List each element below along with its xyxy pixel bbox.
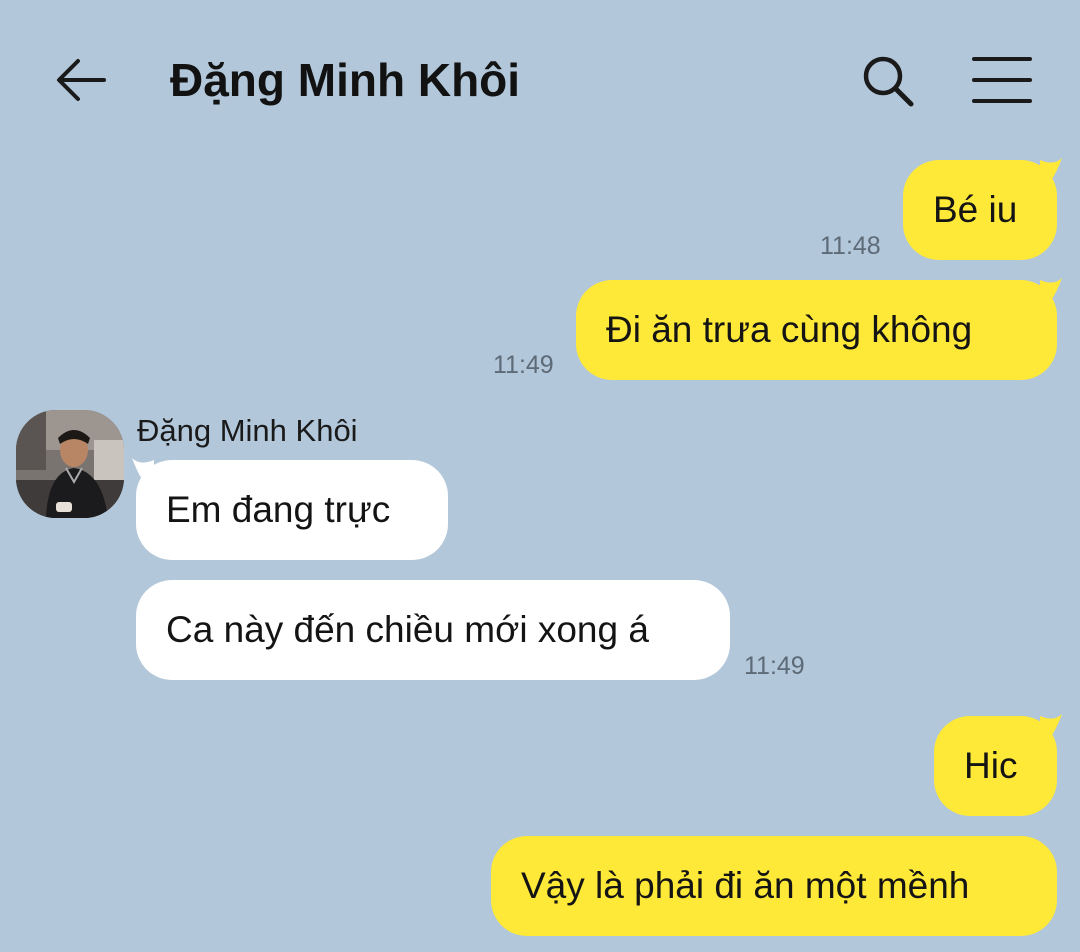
bubble-tail xyxy=(1040,278,1062,302)
search-icon xyxy=(863,56,914,107)
message-bubble-outgoing[interactable]: Vậy là phải đi ăn một mềnh xyxy=(491,836,1057,936)
message-text: Em đang trực xyxy=(166,489,391,530)
hamburger-menu-icon xyxy=(972,57,1032,103)
arrow-left-icon xyxy=(57,59,106,101)
message-bubble-incoming[interactable]: Ca này đến chiều mới xong á xyxy=(136,580,730,680)
bubble-tail xyxy=(1040,714,1062,738)
message-bubble-outgoing[interactable]: Hic xyxy=(934,716,1057,816)
message-bubble-incoming[interactable]: Em đang trực xyxy=(136,460,448,560)
contact-avatar[interactable] xyxy=(16,410,124,518)
message-timestamp: 11:49 xyxy=(744,652,805,680)
message-text: Ca này đến chiều mới xong á xyxy=(166,609,649,650)
bubble-tail xyxy=(132,458,154,482)
message-text: Hic xyxy=(964,745,1018,786)
menu-button[interactable] xyxy=(970,54,1034,106)
message-bubble-outgoing[interactable]: Bé iu xyxy=(903,160,1057,260)
sender-name: Đặng Minh Khôi xyxy=(137,413,358,448)
avatar-photo xyxy=(16,410,124,518)
message-timestamp: 11:49 xyxy=(493,351,554,379)
bubble-tail xyxy=(1040,158,1062,182)
message-bubble-outgoing[interactable]: Đi ăn trưa cùng không xyxy=(576,280,1057,380)
message-timestamp: 11:48 xyxy=(820,232,881,260)
chat-header: Đặng Minh Khôi xyxy=(0,0,1080,160)
search-button[interactable] xyxy=(858,52,918,110)
back-button[interactable] xyxy=(52,52,110,108)
message-text: Đi ăn trưa cùng không xyxy=(606,309,973,350)
chat-title: Đặng Minh Khôi xyxy=(170,54,521,106)
message-text: Vậy là phải đi ăn một mềnh xyxy=(521,865,970,906)
message-text: Bé iu xyxy=(933,189,1018,230)
